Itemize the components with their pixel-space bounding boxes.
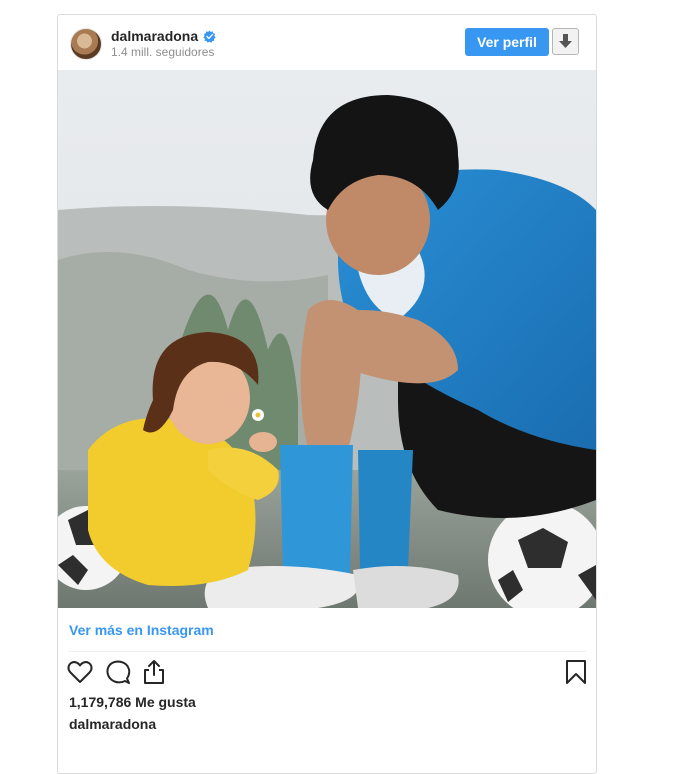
username[interactable]: dalmaradona (111, 28, 198, 44)
view-more-link[interactable]: Ver más en Instagram (69, 622, 214, 638)
caption-username[interactable]: dalmaradona (69, 716, 156, 732)
comment-bubble-icon[interactable] (105, 659, 131, 685)
followers-count: 1.4 mill. seguidores (111, 45, 215, 59)
avatar[interactable] (70, 28, 102, 60)
post-image (58, 70, 596, 608)
verified-badge-icon (203, 29, 216, 43)
post-header: dalmaradona 1.4 mill. seguidores Ver per… (58, 15, 596, 71)
share-icon[interactable] (141, 659, 167, 685)
instagram-embed-card: dalmaradona 1.4 mill. seguidores Ver per… (57, 14, 597, 774)
action-bar (67, 659, 587, 689)
bookmark-icon[interactable] (563, 659, 589, 685)
download-button[interactable] (552, 28, 579, 55)
heart-icon[interactable] (67, 659, 93, 685)
view-profile-button[interactable]: Ver perfil (465, 28, 549, 56)
download-arrow-icon (559, 34, 572, 48)
username-row[interactable]: dalmaradona (111, 28, 216, 44)
likes-count[interactable]: 1,179,786 Me gusta (69, 694, 196, 710)
post-photo[interactable] (58, 70, 596, 608)
divider (68, 651, 586, 652)
